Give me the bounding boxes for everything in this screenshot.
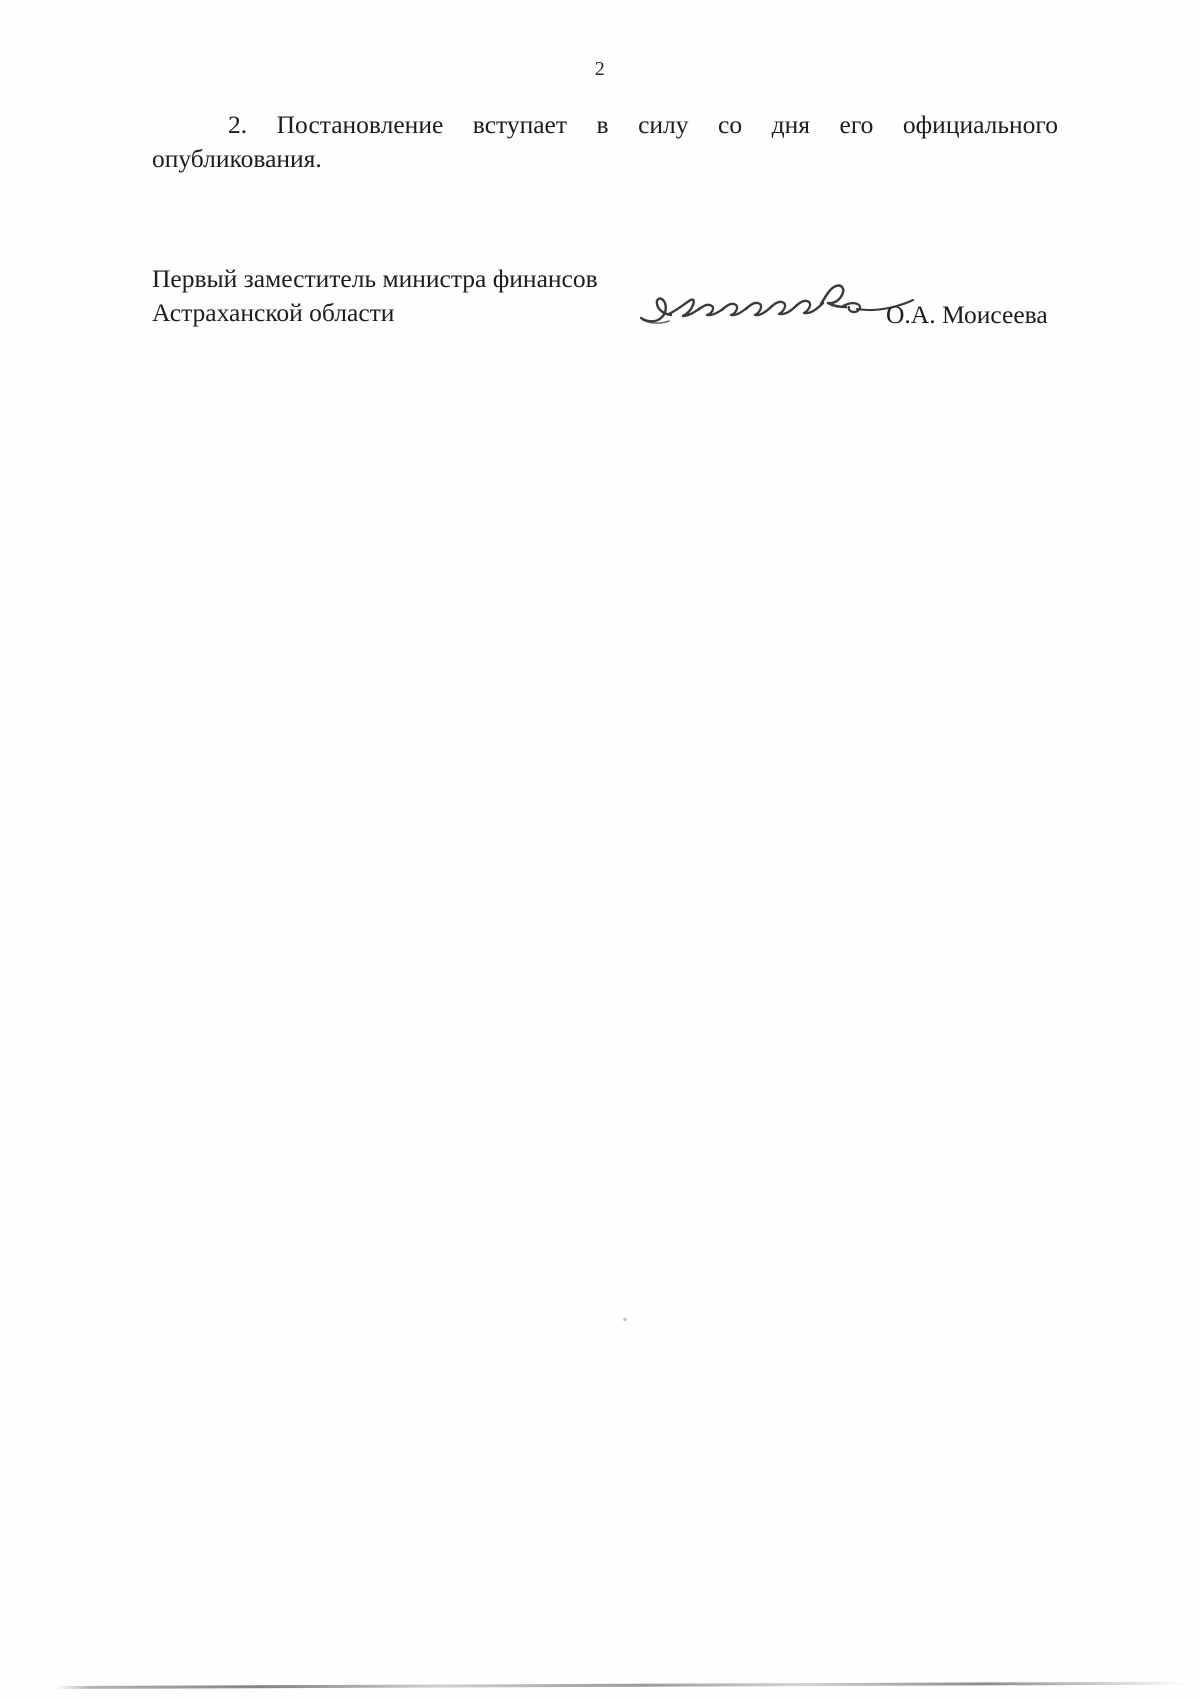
signatory-title: Первый заместитель министра финансов Аст… xyxy=(152,262,598,330)
paragraph-line-1: 2. Постановление вступает в силу со дня … xyxy=(228,110,1058,139)
scan-edge-line-artifact xyxy=(55,1681,1186,1689)
page-number: 2 xyxy=(594,58,606,80)
document-page: 2 2. Постановление вступает в силу со дн… xyxy=(0,0,1200,1699)
handwritten-signature-icon xyxy=(637,276,917,328)
signatory-name: О.А. Моисеева xyxy=(886,300,1048,329)
scan-speck-artifact xyxy=(623,1318,627,1321)
signatory-title-line-1: Первый заместитель министра финансов xyxy=(152,264,598,293)
paragraph-line-2: опубликования. xyxy=(152,143,322,173)
body-text-block: 2. Постановление вступает в силу со дня … xyxy=(152,108,1058,176)
signatory-title-line-2: Астраханской области xyxy=(152,298,395,328)
paragraph-2: 2. Постановление вступает в силу со дня … xyxy=(152,108,1058,176)
signature-block: Первый заместитель министра финансов Аст… xyxy=(152,262,1058,342)
